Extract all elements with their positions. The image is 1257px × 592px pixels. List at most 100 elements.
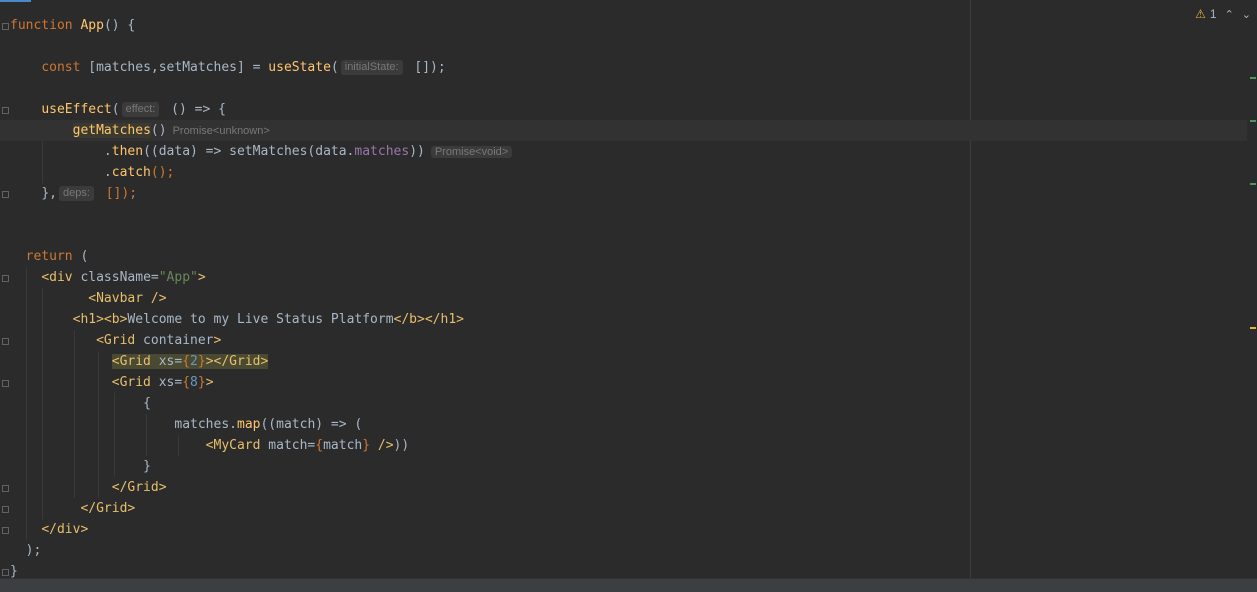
parameter-hint: effect: (121, 102, 160, 117)
inspection-widget[interactable]: ⚠ 1 ⌃ ⌄ (1195, 6, 1251, 22)
code-line: </Grid> (10, 498, 1257, 519)
code-text: []); (406, 60, 446, 75)
jsx-tag: <Grid (111, 354, 151, 369)
function-name: useState (268, 60, 331, 75)
brace: } (362, 438, 371, 453)
editor-gutter (0, 0, 10, 578)
change-marker[interactable] (1250, 183, 1256, 185)
jsx-tag: > (205, 375, 214, 390)
jsx-tag: /> (370, 438, 394, 453)
jsx-tag: <Grid (111, 375, 151, 390)
code-line: const [matches,setMatches] = useState(in… (10, 57, 1257, 78)
fold-marker[interactable] (1, 189, 9, 198)
property: matches (354, 144, 410, 159)
code-text: () => { (163, 102, 226, 117)
jsx-attribute: className= (72, 270, 159, 285)
brace: } (197, 354, 206, 369)
jsx-tag: <div (41, 270, 73, 285)
chevron-down-icon[interactable]: ⌄ (1242, 8, 1251, 21)
code-line: .then((data) => setMatches(data.matches)… (10, 141, 1257, 162)
code-line: <Grid xs={2}></Grid> (10, 351, 1257, 372)
type-hint: Promise<unknown> (172, 125, 270, 137)
code-text: ((match) => ( (260, 417, 363, 432)
keyword: function (10, 18, 73, 33)
code-line: <Navbar /> (10, 288, 1257, 309)
code-editor[interactable]: function App() { const [matches,setMatch… (0, 0, 1257, 578)
change-marker[interactable] (1250, 120, 1256, 122)
code-text: matches. (174, 417, 237, 432)
jsx-tag: </div> (41, 522, 89, 537)
code-line: <h1><b>Welcome to my Live Status Platfor… (10, 309, 1257, 330)
jsx-attribute: xs= (150, 354, 183, 369)
fold-marker[interactable] (1, 105, 9, 114)
warning-triangle-icon: ⚠ (1195, 7, 1206, 21)
current-code-line: getMatches() Promise<unknown> (0, 120, 1247, 141)
fold-marker[interactable] (1, 378, 9, 387)
fold-marker[interactable] (1, 336, 9, 345)
code-text: ( (72, 249, 89, 264)
number-literal: 2 (190, 354, 198, 369)
code-line: }, deps: []); (10, 183, 1257, 204)
brace: { (182, 354, 191, 369)
warning-marker[interactable] (1250, 327, 1256, 329)
jsx-tag: ></Grid> (205, 354, 269, 369)
chevron-up-icon[interactable]: ⌃ (1225, 8, 1234, 21)
function-name: getMatches (72, 123, 151, 138)
code-text: )) (409, 144, 425, 159)
function-name: then (111, 144, 144, 159)
code-text: { (143, 396, 151, 411)
change-marker[interactable] (1250, 77, 1256, 79)
jsx-tag: <Grid (96, 333, 136, 348)
fold-marker[interactable] (1, 483, 9, 492)
code-line: } (10, 456, 1257, 477)
code-text: } (143, 459, 151, 474)
code-text: ); (25, 543, 42, 558)
brace: { (182, 375, 191, 390)
jsx-tag: <MyCard (205, 438, 261, 453)
code-line: <Grid container> (10, 330, 1257, 351)
code-text: () (150, 123, 167, 138)
number-literal: 8 (190, 375, 198, 390)
code-line: .catch(); (10, 162, 1257, 183)
fold-marker[interactable] (1, 525, 9, 534)
code-line: } (10, 561, 1257, 578)
code-text: . (103, 165, 112, 180)
function-name: catch (111, 165, 151, 180)
code-text: [matches,setMatches] = (80, 60, 269, 75)
code-line: <div className="App"> (10, 267, 1257, 288)
code-line: <MyCard match={match} />)) (10, 435, 1257, 456)
fold-marker[interactable] (1, 21, 9, 30)
jsx-tag: <Navbar /> (88, 291, 167, 306)
function-name: useEffect (41, 102, 112, 117)
string-literal: "App" (158, 270, 198, 285)
jsx-attribute: container (135, 333, 214, 348)
parameter-hint: deps: (58, 186, 94, 201)
code-line: function App() { (10, 15, 1257, 36)
code-line: <Grid xs={8}> (10, 372, 1257, 393)
code-text: () { (103, 18, 136, 33)
code-line: return ( (10, 246, 1257, 267)
warning-count: 1 (1209, 7, 1217, 21)
jsx-tag: </Grid> (111, 480, 167, 495)
fold-marker[interactable] (1, 273, 9, 282)
jsx-text: Welcome to my Live Status Platform (127, 312, 394, 327)
code-line: ); (10, 540, 1257, 561)
code-line: useEffect(effect: () => { (10, 99, 1257, 120)
code-text: )) (393, 438, 410, 453)
code-line: </Grid> (10, 477, 1257, 498)
jsx-tag: </b></h1> (393, 312, 464, 327)
code-text: []); (97, 186, 138, 201)
code-text: } (10, 564, 18, 578)
function-name: App (80, 18, 104, 33)
horizontal-scrollbar[interactable] (0, 578, 1257, 592)
code-line: </div> (10, 519, 1257, 540)
jsx-attribute: xs= (150, 375, 183, 390)
code-line: matches.map((match) => ( (10, 414, 1257, 435)
fold-marker[interactable] (1, 567, 9, 576)
code-text: (); (150, 165, 175, 180)
jsx-tag: </Grid> (80, 501, 136, 516)
jsx-attribute: match= (260, 438, 316, 453)
jsx-tag: <h1><b> (72, 312, 128, 327)
brace: { (315, 438, 324, 453)
fold-marker[interactable] (1, 504, 9, 513)
